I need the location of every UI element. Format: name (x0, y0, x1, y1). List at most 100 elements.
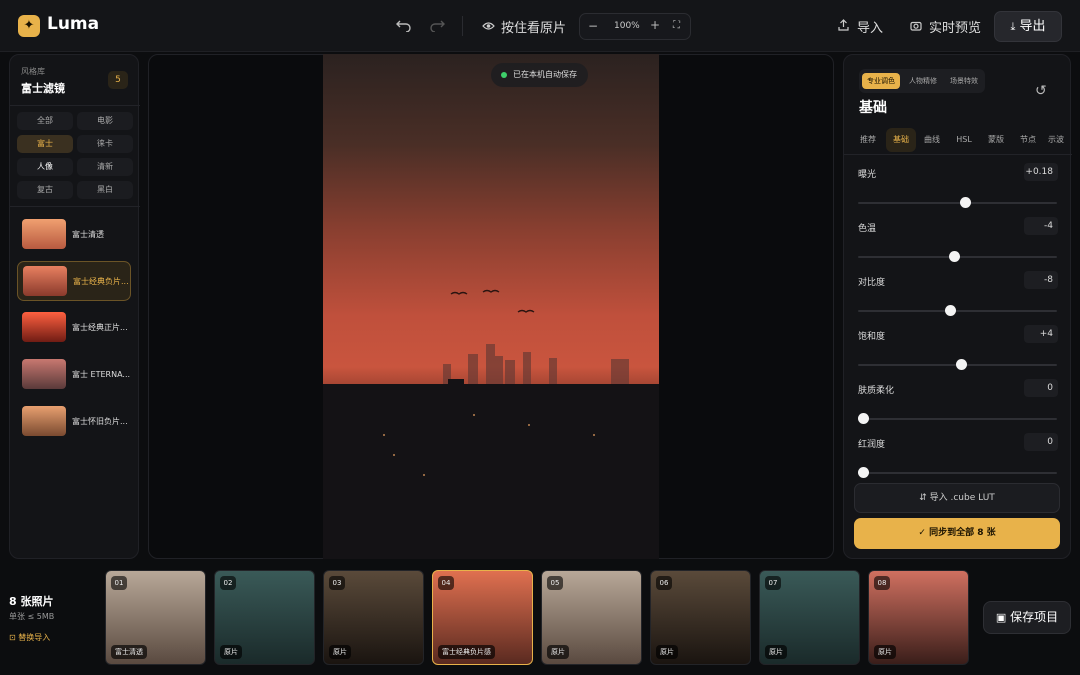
filter-library-panel: 风格库 富士滤镜 5 全部 电影 富士 徕卡 人像 清新 复古 黑白 富士清透 … (9, 54, 140, 559)
preview-photo[interactable] (323, 54, 659, 559)
slider-knob[interactable] (948, 251, 960, 262)
chip-bw[interactable]: 黑白 (77, 181, 133, 199)
import-button[interactable]: 导入 (857, 17, 883, 36)
slider-label: 红润度 (858, 440, 886, 450)
chip-film[interactable]: 电影 (77, 112, 133, 130)
thumbnail-number: 07 (765, 576, 781, 590)
library-title: 富士滤镜 (21, 82, 65, 95)
thumbnail-filter-tag: 原片 (874, 645, 896, 659)
filter-thumbnail (22, 219, 66, 249)
filter-item-selected[interactable]: 富士经典负片... (17, 261, 131, 301)
slider-value-field[interactable]: -4 (1024, 217, 1058, 235)
mode-tabs: 专业调色 人物精修 场景特效 (859, 69, 985, 93)
redo-icon[interactable] (430, 18, 445, 32)
filter-name: 富士经典正片... (72, 323, 128, 332)
photo-thumbnail[interactable]: 06 原片 (650, 570, 751, 665)
thumbnail-filter-tag: 原片 (220, 645, 242, 659)
subtab-recommend[interactable]: 推荐 (856, 128, 880, 152)
zoom-level: 100% (614, 21, 640, 31)
zoom-in-button[interactable]: + (650, 18, 660, 32)
slider-track[interactable] (858, 467, 1057, 478)
reset-icon[interactable]: ↺ (1035, 83, 1047, 99)
city-skyline-image (323, 289, 659, 559)
slider-value-field[interactable]: +4 (1024, 325, 1058, 343)
zoom-out-button[interactable]: − (588, 19, 598, 33)
slider-track[interactable] (858, 251, 1057, 262)
adjust-panel: 专业调色 人物精修 场景特效 基础 ↺ 推荐 基础 曲线 HSL 蒙版 节点 示… (843, 54, 1072, 559)
luma-logo-icon: ✦ (18, 15, 40, 37)
thumbnail-filter-tag: 原片 (547, 645, 569, 659)
hold-original-button[interactable]: 按住看原片 (501, 17, 566, 36)
chip-retro[interactable]: 复古 (17, 181, 73, 199)
subtab-nodes[interactable]: 节点 (1016, 128, 1040, 152)
eye-icon (482, 22, 495, 30)
slider-knob[interactable] (944, 305, 956, 316)
subtab-curves[interactable]: 曲线 (920, 128, 944, 152)
subtab-hsl[interactable]: HSL (952, 128, 976, 152)
slider-knob[interactable] (858, 413, 869, 424)
filter-item[interactable]: 富士清透 (17, 215, 131, 255)
library-subtitle: 风格库 (21, 67, 45, 76)
replace-import-label: 替换导入 (18, 633, 51, 642)
slider-value-field[interactable]: 0 (1024, 433, 1058, 451)
toolbar-divider (462, 16, 463, 36)
photo-thumbnail[interactable]: 08 原片 (868, 570, 969, 665)
filter-item[interactable]: 富士经典正片... (17, 308, 131, 348)
photo-thumbnail[interactable]: 05 原片 (541, 570, 642, 665)
slider-knob[interactable] (956, 359, 968, 370)
live-preview-button[interactable]: 实时预览 (929, 17, 981, 36)
filmstrip-bar: 8 张照片 单张 ≤ 5MB ⊡ 替换导入 01 富士清透 02 原片 03 原片 04 富士… (0, 560, 1080, 675)
slider-value-field[interactable]: +0.18 (1024, 163, 1058, 181)
subtab-scope[interactable]: 示波器 (1048, 128, 1070, 152)
filter-name: 富士经典负片... (73, 277, 129, 286)
fit-screen-icon[interactable]: ⛶ (673, 20, 680, 31)
slider-knob[interactable] (960, 197, 972, 208)
save-project-button[interactable]: ▣ 保存项目 (983, 601, 1071, 634)
slider-track[interactable] (858, 305, 1057, 316)
tab-pro-grading[interactable]: 专业调色 (862, 73, 900, 89)
status-dot-icon (501, 72, 507, 78)
photo-thumbnail[interactable]: 03 原片 (323, 570, 424, 665)
slider-track[interactable] (858, 197, 1057, 208)
slider-value-field[interactable]: -8 (1024, 271, 1058, 289)
filter-thumbnail (23, 266, 67, 296)
export-label: 导出 (1019, 19, 1046, 34)
export-button[interactable]: ⤓ 导出 (994, 11, 1062, 42)
chip-all[interactable]: 全部 (17, 112, 73, 130)
save-icon: ▣ (995, 611, 1007, 624)
photo-thumbnail[interactable]: 02 原片 (214, 570, 315, 665)
slider-knob[interactable] (858, 467, 869, 478)
chip-fuji[interactable]: 富士 (17, 135, 73, 153)
undo-icon[interactable] (396, 18, 411, 32)
chip-fresh[interactable]: 清新 (77, 158, 133, 176)
size-limit: 单张 ≤ 5MB (9, 612, 55, 621)
thumbnail-filter-tag: 富士清透 (111, 645, 147, 659)
tab-portrait-retouch[interactable]: 人物精修 (903, 73, 943, 89)
thumbnail-filter-tag: 富士经典负片感 (438, 645, 495, 659)
sync-all-button[interactable]: ✓ 同步到全部 8 张 (854, 518, 1060, 549)
slider-value-field[interactable]: 0 (1024, 379, 1058, 397)
import-lut-label: 导入 .cube LUT (929, 493, 995, 503)
import-lut-button[interactable]: ⇵ 导入 .cube LUT (854, 483, 1060, 513)
thumbnail-filter-tag: 原片 (765, 645, 787, 659)
filter-item[interactable]: 富士怀旧负片... (17, 402, 131, 442)
upload-icon (838, 19, 849, 31)
tab-scene-effects[interactable]: 场景特效 (945, 73, 983, 89)
chip-leica[interactable]: 徕卡 (77, 135, 133, 153)
photo-thumbnail[interactable]: 04 富士经典负片感 (432, 570, 533, 665)
photo-thumbnail[interactable]: 07 原片 (759, 570, 860, 665)
top-bar: ✦ Luma 按住看原片 − 100% + ⛶ 导入 实时预览 ⤓ 导出 (0, 0, 1080, 52)
filter-count-badge: 5 (108, 71, 128, 89)
slider-track[interactable] (858, 413, 1057, 424)
slider-track[interactable] (858, 359, 1057, 370)
replace-import-button[interactable]: ⊡ 替换导入 (9, 632, 50, 643)
divider (10, 206, 140, 207)
save-project-label: 保存项目 (1010, 610, 1059, 624)
photo-thumbnail[interactable]: 01 富士清透 (105, 570, 206, 665)
subtab-mask[interactable]: 蒙版 (984, 128, 1008, 152)
thumbnail-number: 06 (656, 576, 672, 590)
subtab-basic[interactable]: 基础 (886, 128, 916, 152)
thumbnail-number: 02 (220, 576, 236, 590)
filter-item[interactable]: 富士 ETERNA... (17, 355, 131, 395)
chip-portrait[interactable]: 人像 (17, 158, 73, 176)
